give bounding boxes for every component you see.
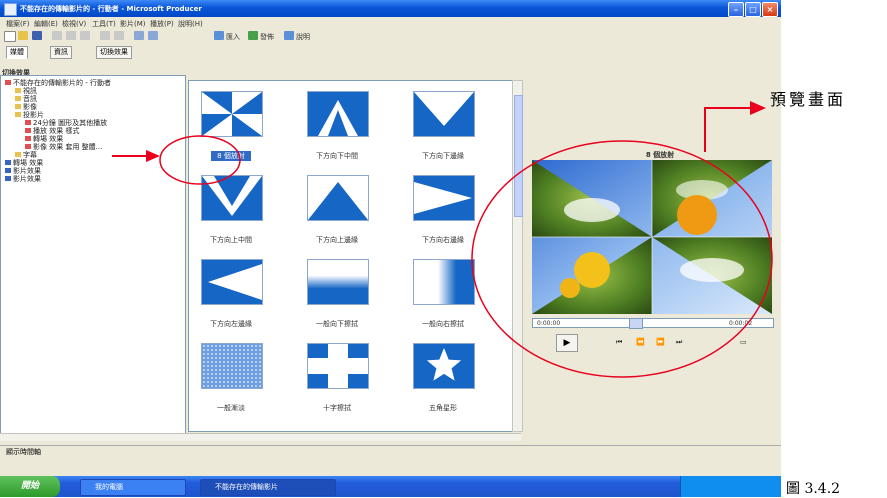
highlight-circle-small	[159, 135, 241, 185]
figure-caption: 圖 3.4.2	[786, 481, 841, 497]
preview-screen-label: 預覽畫面	[770, 90, 847, 109]
highlight-circle-large	[471, 140, 773, 378]
callout-arrow-head	[750, 101, 766, 115]
callout-line	[704, 107, 752, 152]
annotation-overlay	[112, 101, 773, 378]
pointer-arrow-head	[146, 150, 160, 162]
